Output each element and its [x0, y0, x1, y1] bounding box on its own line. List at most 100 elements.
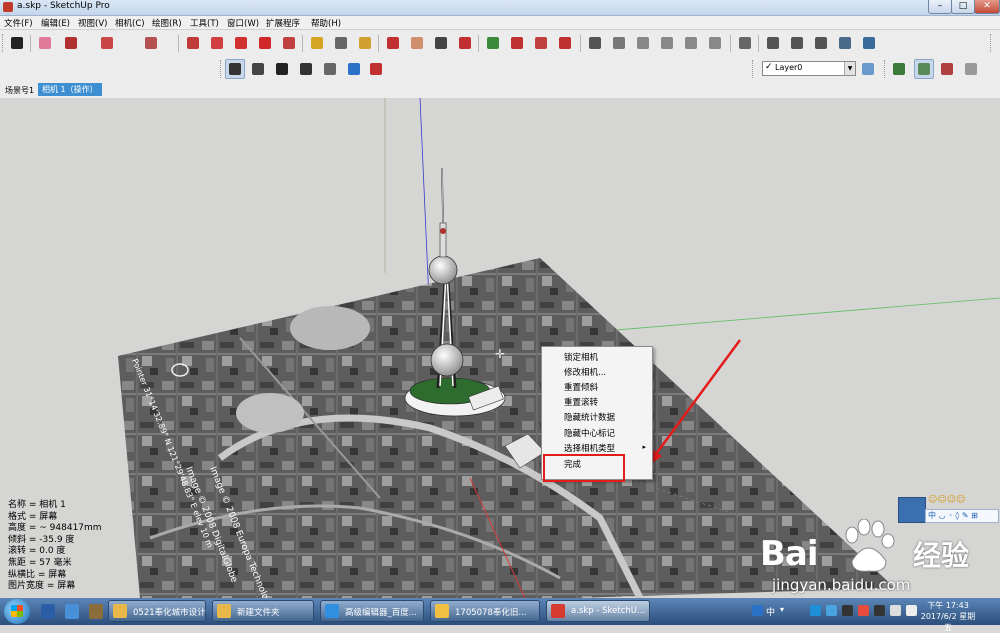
calculator-icon[interactable] — [60, 601, 84, 622]
shaded-style-icon[interactable] — [812, 34, 830, 52]
pencil-tool-icon[interactable] — [62, 34, 80, 52]
system-clock[interactable]: 下午 17:43 2017/6/2 星期五 — [918, 600, 978, 633]
task-folder-2[interactable]: 新建文件夹 — [212, 600, 314, 622]
menu-edit[interactable]: 编辑(E) — [41, 17, 70, 29]
right-view-icon[interactable] — [658, 34, 676, 52]
menu-item-reset-roll[interactable]: 重置滚转 — [564, 396, 598, 408]
menu-item-reset-tilt[interactable]: 重置倾斜 — [564, 381, 598, 393]
quick-launch-app-icon[interactable] — [36, 601, 60, 622]
alert-icon[interactable] — [858, 605, 869, 616]
section-cut-icon[interactable] — [367, 60, 385, 78]
text-tool-icon[interactable] — [332, 34, 350, 52]
clock-date: 2017/6/2 星期五 — [920, 612, 976, 632]
select-tool-icon[interactable] — [8, 34, 26, 52]
layer-manager-icon[interactable] — [859, 60, 877, 78]
zoom-tool-icon[interactable] — [432, 34, 450, 52]
scale-tool-icon[interactable] — [280, 34, 298, 52]
toolbar-grip[interactable] — [990, 34, 994, 52]
menu-item-lock-camera[interactable]: 锁定相机 — [564, 351, 598, 363]
menu-extensions[interactable]: 扩展程序 — [266, 17, 300, 29]
maximize-button[interactable]: □ — [951, 0, 975, 14]
top-view-icon[interactable] — [610, 34, 628, 52]
share-model-icon[interactable] — [532, 34, 550, 52]
task-browser[interactable]: 高级编辑器_百度... — [320, 600, 424, 622]
camera-stats: 名称 = 相机 1 格式 = 屏幕 高度 = ~ 948417mm 倾斜 = -… — [8, 500, 102, 593]
security-shield-icon[interactable] — [826, 605, 837, 616]
quick-launch-icon[interactable] — [84, 601, 108, 622]
toolbar-grip[interactable] — [884, 60, 888, 78]
signal-icon[interactable] — [890, 605, 901, 616]
offset-tool-icon[interactable] — [208, 34, 226, 52]
section-plane-icon[interactable] — [321, 60, 339, 78]
menu-help[interactable]: 帮助(H) — [311, 17, 341, 29]
rectangle-tool-icon[interactable] — [142, 34, 160, 52]
qq-pinyin-icon[interactable] — [752, 605, 763, 616]
wireframe-style-icon[interactable] — [764, 34, 782, 52]
layer-select[interactable]: ✓ Layer0 ▼ — [762, 61, 856, 76]
walk-tool-icon[interactable] — [273, 60, 291, 78]
shaded-textures-style-icon[interactable] — [836, 34, 854, 52]
move-tool-icon[interactable] — [232, 34, 250, 52]
add-location-icon[interactable] — [484, 34, 502, 52]
qq-penguin-icon[interactable] — [874, 605, 885, 616]
toolbar-grip[interactable] — [752, 60, 756, 78]
qq-penguin-icon[interactable] — [842, 605, 853, 616]
eraser-tool-icon[interactable] — [36, 34, 54, 52]
iso-view-icon[interactable] — [586, 34, 604, 52]
send-to-layout-icon[interactable] — [556, 34, 574, 52]
pan-tool-icon[interactable] — [408, 34, 426, 52]
menu-item-hide-stats[interactable]: 隐藏统计数据 — [564, 411, 615, 423]
chevron-down-icon[interactable]: ▾ — [780, 605, 784, 614]
stat-format: 格式 = 屏幕 — [8, 511, 58, 522]
scene-tab-camera-1[interactable]: 相机 1（操作） — [38, 83, 102, 96]
network-icon[interactable] — [810, 605, 821, 616]
monochrome-style-icon[interactable] — [860, 34, 878, 52]
camera-options-icon[interactable] — [297, 60, 315, 78]
chevron-down-icon[interactable]: ▼ — [844, 62, 855, 75]
task-chat[interactable]: 1705078奉化旧... — [430, 600, 540, 622]
hidden-line-style-icon[interactable] — [788, 34, 806, 52]
menu-bar: 文件(F) 编辑(E) 视图(V) 相机(C) 绘图(R) 工具(T) 窗口(W… — [0, 16, 1000, 30]
look-around-icon[interactable] — [249, 60, 267, 78]
task-folder-1[interactable]: 0521奉化城市设计 — [108, 600, 206, 622]
toolbar-separator — [730, 35, 731, 52]
push-pull-tool-icon[interactable] — [184, 34, 202, 52]
tape-measure-tool-icon[interactable] — [308, 34, 326, 52]
rotate-tool-icon[interactable] — [256, 34, 274, 52]
left-view-icon[interactable] — [706, 34, 724, 52]
zoom-extents-icon[interactable] — [456, 34, 474, 52]
ime-indicator[interactable]: 中 — [766, 605, 775, 618]
menu-item-edit-camera[interactable]: 修改相机... — [564, 366, 606, 378]
section-display-icon[interactable] — [345, 60, 363, 78]
sandbox-icon[interactable] — [890, 60, 908, 78]
task-sketchup[interactable]: a.skp - SketchU... — [546, 600, 650, 622]
menu-draw[interactable]: 绘图(R) — [152, 17, 182, 29]
menu-item-hide-center-mark[interactable]: 隐藏中心标记 — [564, 427, 615, 439]
menu-view[interactable]: 视图(V) — [78, 17, 107, 29]
current-layer-checkmark: ✓ — [765, 62, 773, 72]
task-label: 高级编辑器_百度... — [345, 608, 417, 618]
xray-icon[interactable] — [736, 34, 754, 52]
paint-bucket-tool-icon[interactable] — [356, 34, 374, 52]
start-button[interactable] — [4, 599, 30, 624]
menu-file[interactable]: 文件(F) — [4, 17, 33, 29]
layer-name: Layer0 — [775, 63, 803, 72]
close-button[interactable]: ✕ — [974, 0, 1000, 14]
menu-item-camera-type[interactable]: 选择相机类型 — [564, 442, 615, 454]
front-view-icon[interactable] — [634, 34, 652, 52]
toolbar-grip[interactable] — [220, 60, 224, 78]
gear-icon[interactable] — [962, 60, 980, 78]
volume-icon[interactable] — [906, 605, 917, 616]
terrain-icon[interactable] — [914, 59, 934, 79]
orbit-tool-icon[interactable] — [384, 34, 402, 52]
3d-warehouse-icon[interactable] — [508, 34, 526, 52]
menu-tools[interactable]: 工具(T) — [190, 17, 219, 29]
toolbar-grip[interactable] — [2, 34, 6, 52]
position-camera-icon[interactable] — [225, 59, 245, 79]
minimize-button[interactable]: – — [928, 0, 952, 14]
menu-camera[interactable]: 相机(C) — [115, 17, 145, 29]
menu-window[interactable]: 窗口(W) — [227, 17, 259, 29]
back-view-icon[interactable] — [682, 34, 700, 52]
arc-tool-icon[interactable] — [98, 34, 116, 52]
person-figure-icon[interactable] — [938, 60, 956, 78]
